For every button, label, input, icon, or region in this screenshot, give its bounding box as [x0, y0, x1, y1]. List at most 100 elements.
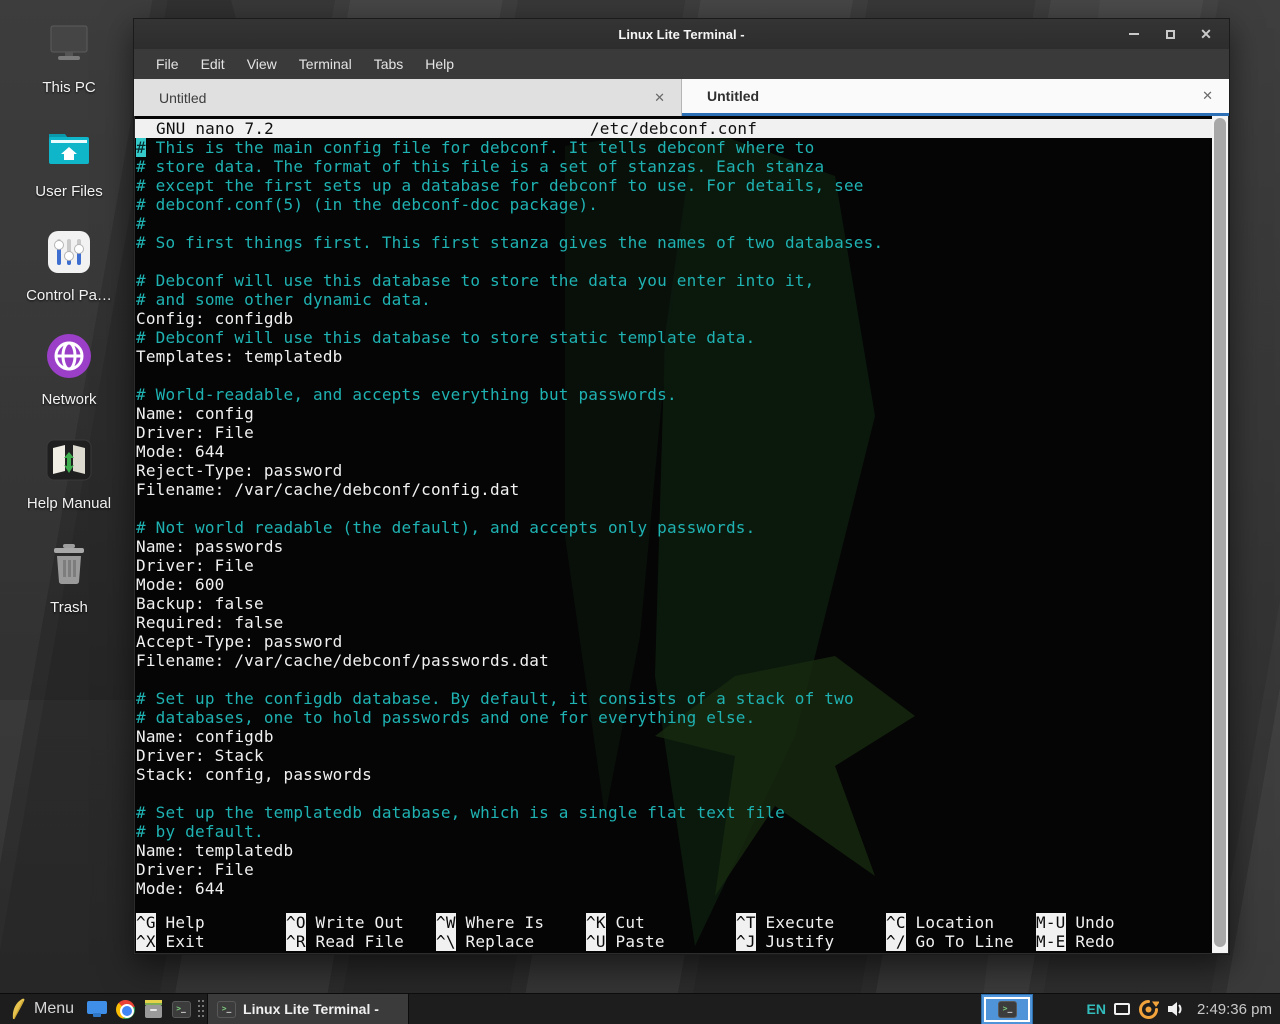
editor-line: # except the first sets up a database fo…	[136, 176, 1212, 195]
tab-close-icon[interactable]: ✕	[1202, 88, 1213, 104]
minimize-button[interactable]	[1127, 27, 1141, 41]
start-menu-button[interactable]: Menu	[0, 994, 83, 1024]
system-tray: EN 2:49:36 pm	[1086, 999, 1280, 1020]
task-title: Linux Lite Terminal -	[243, 1001, 379, 1017]
launcher-file-manager-button[interactable]	[139, 994, 167, 1024]
desktop-icon-user-files[interactable]: User Files	[6, 122, 132, 200]
nano-shortcut[interactable]: ^W Where Is	[436, 913, 586, 932]
tab-untitled-2[interactable]: Untitled ✕	[682, 79, 1229, 116]
editor-line: # by default.	[136, 822, 1212, 841]
editor-line	[136, 366, 1212, 385]
editor-line: Config: configdb	[136, 309, 1212, 328]
linux-lite-feather-icon	[9, 998, 27, 1020]
launcher-desktop-button[interactable]	[83, 994, 111, 1024]
nano-shortcut[interactable]: ^J Justify	[736, 932, 886, 951]
blue-window-icon	[87, 1001, 107, 1017]
editor-line: # Debconf will use this database to stor…	[136, 328, 1212, 347]
update-notifier-icon[interactable]	[1138, 999, 1159, 1020]
nano-shortcut[interactable]: ^C Location	[886, 913, 1036, 932]
nano-shortcut[interactable]: M-E Redo	[1036, 932, 1186, 951]
nano-shortcut[interactable]: M-U Undo	[1036, 913, 1186, 932]
trash-icon	[43, 538, 95, 590]
desktop-icon-label: Help Manual	[27, 495, 111, 512]
editor-line: Mode: 644	[136, 879, 1212, 898]
editor-line: #	[136, 214, 1212, 233]
menu-help[interactable]: Help	[414, 49, 465, 79]
desktop-icon-control-panel[interactable]: Control Pa…	[6, 226, 132, 304]
tab-close-icon[interactable]: ✕	[654, 90, 665, 106]
nano-shortcut[interactable]: ^X Exit	[136, 932, 286, 951]
maximize-icon	[1166, 30, 1175, 39]
tab-label: Untitled	[159, 90, 206, 106]
maximize-button[interactable]	[1163, 27, 1177, 41]
nano-shortcut[interactable]: ^\ Replace	[436, 932, 586, 951]
clock[interactable]: 2:49:36 pm	[1197, 1001, 1272, 1018]
workspace-pager[interactable]: >_	[981, 994, 1033, 1024]
file-cabinet-icon	[144, 1000, 163, 1018]
desktop-icon-label: This PC	[42, 79, 95, 96]
editor-line: Reject-Type: password	[136, 461, 1212, 480]
chrome-icon	[116, 1000, 135, 1019]
nano-shortcut-bar: ^G Help^O Write Out^W Where Is^K Cut^T E…	[135, 913, 1212, 953]
editor-line: Filename: /var/cache/debconf/passwords.d…	[136, 651, 1212, 670]
menu-tabs[interactable]: Tabs	[363, 49, 415, 79]
menu-file[interactable]: File	[145, 49, 190, 79]
display-settings-icon[interactable]	[1114, 1003, 1130, 1015]
nano-shortcut[interactable]: ^O Write Out	[286, 913, 436, 932]
terminal-scrollbar[interactable]	[1212, 116, 1228, 953]
home-folder-icon	[43, 122, 95, 174]
nano-editor: GNU nano 7.2 /etc/debconf.conf # This is…	[135, 116, 1212, 953]
editor-line: Name: configdb	[136, 727, 1212, 746]
menu-edit[interactable]: Edit	[190, 49, 236, 79]
desktop-icon-network[interactable]: Network	[6, 330, 132, 408]
scrollbar-thumb[interactable]	[1214, 118, 1226, 947]
shortcut-row-2: ^X Exit^R Read File^\ Replace^U Paste^J …	[135, 932, 1212, 951]
editor-line: # store data. The format of this file is…	[136, 157, 1212, 176]
editor-line: # This is the main config file for debco…	[136, 138, 1212, 157]
desktop-icon-help-manual[interactable]: Help Manual	[6, 434, 132, 512]
editor-line: Mode: 600	[136, 575, 1212, 594]
nano-shortcut[interactable]: ^T Execute	[736, 913, 886, 932]
nano-shortcut[interactable]: ^/ Go To Line	[886, 932, 1036, 951]
window-list-handle[interactable]	[195, 994, 207, 1024]
nano-shortcut[interactable]: ^U Paste	[586, 932, 736, 951]
nano-shortcut[interactable]: ^R Read File	[286, 932, 436, 951]
terminal-icon: >_	[172, 1001, 191, 1018]
close-button[interactable]: ✕	[1199, 27, 1213, 41]
editor-line: Driver: File	[136, 423, 1212, 442]
manual-book-icon	[43, 434, 95, 486]
globe-icon	[43, 330, 95, 382]
menu-view[interactable]: View	[236, 49, 288, 79]
nano-shortcut[interactable]: ^G Help	[136, 913, 286, 932]
nano-buffer[interactable]: # This is the main config file for debco…	[135, 138, 1212, 898]
editor-line: Driver: File	[136, 860, 1212, 879]
editor-line: # Set up the configdb database. By defau…	[136, 689, 1212, 708]
editor-line	[136, 499, 1212, 518]
menu-terminal[interactable]: Terminal	[288, 49, 363, 79]
text-cursor: #	[136, 138, 146, 157]
tab-bar: Untitled ✕ Untitled ✕	[134, 79, 1229, 116]
terminal-viewport[interactable]: GNU nano 7.2 /etc/debconf.conf # This is…	[135, 116, 1212, 953]
launcher-terminal-button[interactable]: >_	[167, 994, 195, 1024]
window-titlebar[interactable]: Linux Lite Terminal - ✕	[134, 19, 1229, 49]
editor-line: # debconf.conf(5) (in the debconf-doc pa…	[136, 195, 1212, 214]
editor-line: Filename: /var/cache/debconf/config.dat	[136, 480, 1212, 499]
editor-line: Driver: Stack	[136, 746, 1212, 765]
editor-line: Name: config	[136, 404, 1212, 423]
volume-icon[interactable]	[1167, 1001, 1185, 1017]
editor-line: Templates: templatedb	[136, 347, 1212, 366]
launcher-chrome-button[interactable]	[111, 994, 139, 1024]
editor-line: # World-readable, and accepts everything…	[136, 385, 1212, 404]
editor-line: Required: false	[136, 613, 1212, 632]
desktop-icon-this-pc[interactable]: This PC	[6, 18, 132, 96]
start-menu-label: Menu	[34, 1000, 74, 1018]
editor-line: # So first things first. This first stan…	[136, 233, 1212, 252]
nano-shortcut[interactable]: ^K Cut	[586, 913, 736, 932]
keyboard-layout-indicator[interactable]: EN	[1086, 1001, 1105, 1017]
tab-untitled-1[interactable]: Untitled ✕	[134, 79, 682, 116]
terminal-icon: >_	[217, 1001, 236, 1018]
taskbar-task-terminal[interactable]: >_ Linux Lite Terminal -	[207, 994, 409, 1024]
desktop-icon-trash[interactable]: Trash	[6, 538, 132, 616]
terminal-window: Linux Lite Terminal - ✕ File Edit View T…	[133, 18, 1230, 955]
desktop-icon-label: Network	[41, 391, 96, 408]
